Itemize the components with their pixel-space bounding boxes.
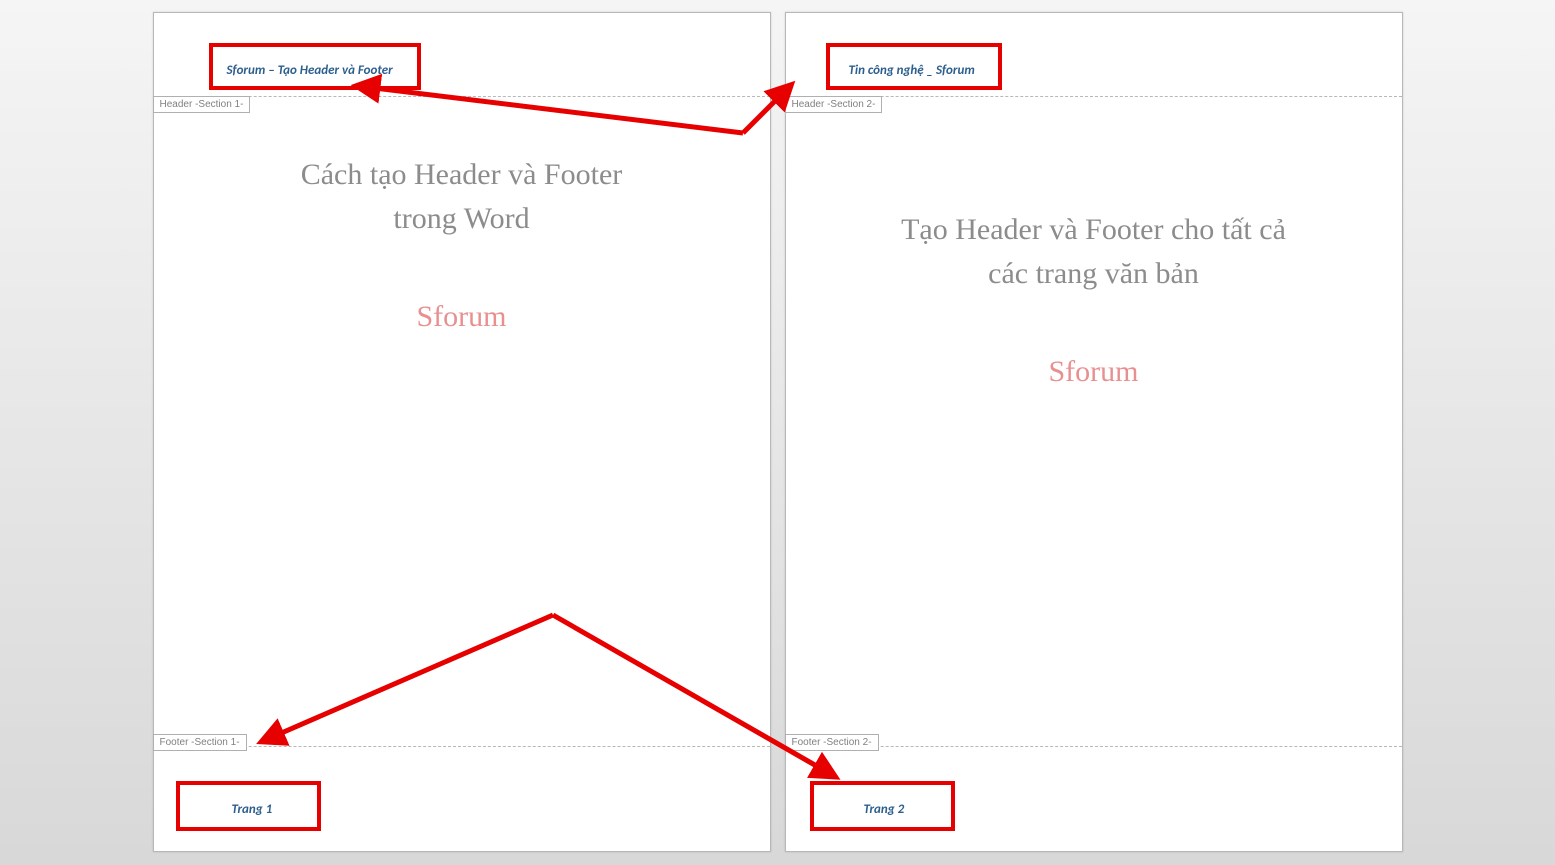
header-section-tag: Header -Section 1-: [153, 96, 251, 113]
callout-box-header: [209, 43, 421, 90]
callout-box-footer: [810, 781, 955, 831]
footer-section-tag: Footer -Section 1-: [153, 734, 247, 751]
header-section-tag: Header -Section 2-: [785, 96, 883, 113]
heading-line-1: Tạo Header và Footer cho tất cả: [826, 208, 1362, 252]
page-body: Cách tạo Header và Footer trong Word Sfo…: [194, 153, 730, 334]
page-2: Tin công nghệ _ Sforum Header -Section 2…: [785, 12, 1403, 852]
page-1: Sforum – Tạo Header và Footer Header -Se…: [153, 12, 771, 852]
callout-box-header: [826, 43, 1002, 90]
page-body: Tạo Header và Footer cho tất cả các tran…: [826, 208, 1362, 389]
footer-section-tag: Footer -Section 2-: [785, 734, 879, 751]
brand-text: Sforum: [826, 355, 1362, 389]
heading-line-2: trong Word: [194, 197, 730, 241]
brand-text: Sforum: [194, 300, 730, 334]
heading-line-1: Cách tạo Header và Footer: [194, 153, 730, 197]
heading-line-2: các trang văn bản: [826, 252, 1362, 296]
callout-box-footer: [176, 781, 321, 831]
